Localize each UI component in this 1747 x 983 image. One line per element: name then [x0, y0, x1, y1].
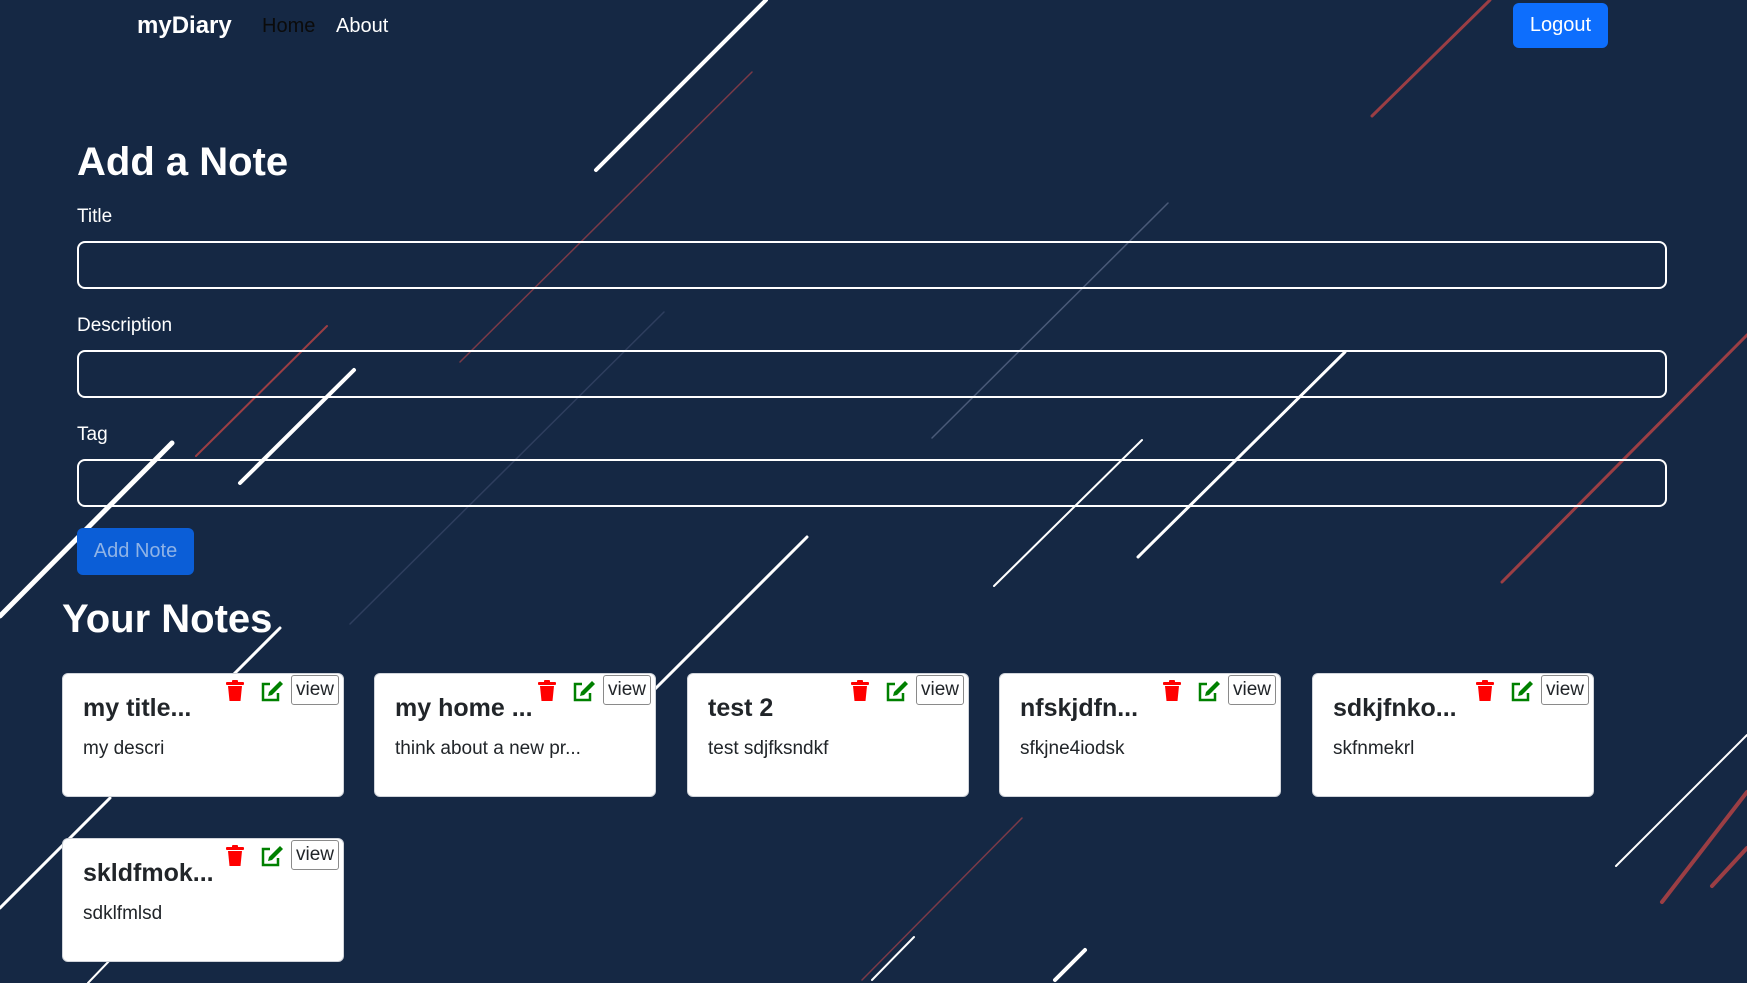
tag-label: Tag — [77, 424, 108, 445]
note-card: my home ... think about a new pr... view — [374, 673, 656, 797]
your-notes-heading: Your Notes — [62, 597, 273, 641]
view-button[interactable]: view — [291, 675, 339, 705]
note-card: sdkjfnko... skfnmekrl view — [1312, 673, 1594, 797]
description-input[interactable] — [77, 350, 1667, 398]
view-button[interactable]: view — [291, 840, 339, 870]
trash-icon[interactable] — [225, 680, 245, 702]
edit-icon[interactable] — [260, 680, 284, 702]
trash-icon[interactable] — [1475, 680, 1495, 702]
note-title: my home ... — [395, 694, 533, 722]
note-description: skfnmekrl — [1333, 738, 1415, 759]
title-input[interactable] — [77, 241, 1667, 289]
trash-icon[interactable] — [850, 680, 870, 702]
brand-logo[interactable]: myDiary — [137, 12, 232, 40]
note-description: my descri — [83, 738, 165, 759]
view-button[interactable]: view — [1228, 675, 1276, 705]
nav-link-home[interactable]: Home — [262, 15, 315, 38]
nav-link-about[interactable]: About — [336, 15, 388, 38]
view-button[interactable]: view — [1541, 675, 1589, 705]
note-title: skldfmok... — [83, 859, 214, 887]
edit-icon[interactable] — [260, 845, 284, 867]
trash-icon[interactable] — [537, 680, 557, 702]
navbar: myDiary Home About Logout — [0, 0, 1747, 52]
note-description: sfkjne4iodsk — [1020, 738, 1125, 759]
edit-icon[interactable] — [572, 680, 596, 702]
note-description: sdklfmlsd — [83, 903, 163, 924]
title-label: Title — [77, 206, 113, 227]
tag-input[interactable] — [77, 459, 1667, 507]
edit-icon[interactable] — [1197, 680, 1221, 702]
note-title: sdkjfnko... — [1333, 694, 1457, 722]
note-description: test sdjfksndkf — [708, 738, 829, 759]
note-title: my title... — [83, 694, 192, 722]
edit-icon[interactable] — [1510, 680, 1534, 702]
note-description: think about a new pr... — [395, 738, 581, 759]
trash-icon[interactable] — [225, 845, 245, 867]
add-note-button[interactable]: Add Note — [77, 528, 194, 575]
note-title: test 2 — [708, 694, 774, 722]
trash-icon[interactable] — [1162, 680, 1182, 702]
note-card: my title... my descri view — [62, 673, 344, 797]
note-card: test 2 test sdjfksndkf view — [687, 673, 969, 797]
logout-button[interactable]: Logout — [1513, 3, 1608, 48]
add-note-heading: Add a Note — [77, 140, 289, 184]
note-title: nfskjdfn... — [1020, 694, 1139, 722]
edit-icon[interactable] — [885, 680, 909, 702]
description-label: Description — [77, 315, 173, 336]
view-button[interactable]: view — [916, 675, 964, 705]
note-card: nfskjdfn... sfkjne4iodsk view — [999, 673, 1281, 797]
note-card: skldfmok... sdklfmlsd view — [62, 838, 344, 962]
view-button[interactable]: view — [603, 675, 651, 705]
